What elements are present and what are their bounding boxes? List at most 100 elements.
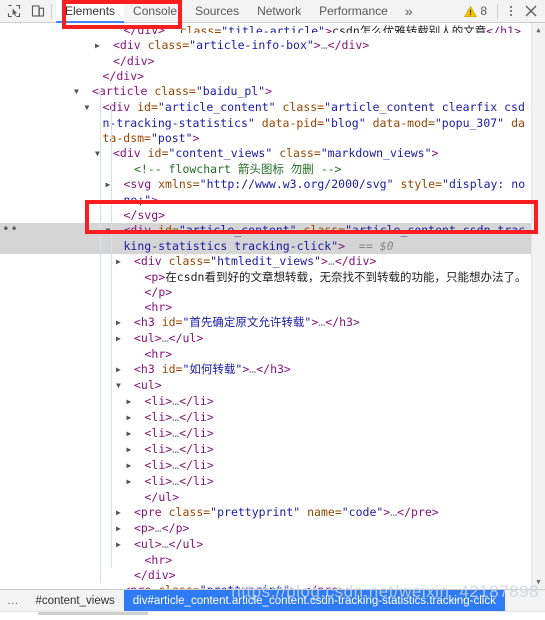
dom-node-row[interactable]: <div class="article-info-box">…</div>	[0, 38, 545, 54]
code-token-pk: </ul>	[168, 537, 204, 551]
code-token-pk: <li>	[144, 474, 173, 488]
triangle-right-icon[interactable]	[136, 442, 145, 457]
triangle-right-icon[interactable]	[125, 505, 134, 520]
more-vertical-icon[interactable]	[503, 2, 519, 20]
dom-node-row[interactable]: <li>…</li>	[0, 442, 545, 458]
dom-node-row[interactable]: </p>	[0, 285, 545, 300]
dom-node-row[interactable]: <hr>	[0, 553, 545, 568]
code-token-pk: </div>	[334, 254, 377, 268]
code-token-av: "post"	[150, 131, 193, 145]
dom-node-row[interactable]: <!-- flowchart 箭头图标 勿删 -->	[0, 162, 545, 177]
code-token-at: id=	[147, 146, 169, 160]
dom-node-row[interactable]: <ul>	[0, 378, 545, 394]
breadcrumb: … #content_views div#article_content.art…	[0, 589, 545, 612]
triangle-right-icon[interactable]	[104, 38, 113, 53]
code-token-at: class=	[282, 100, 325, 114]
code-token-pk: </li>	[179, 442, 214, 456]
code-token-pk: >	[320, 254, 328, 268]
dom-node-row[interactable]: <hr>	[0, 347, 545, 362]
dom-node-row[interactable]: <li>…</li>	[0, 458, 545, 474]
device-toolbar-icon[interactable]	[29, 2, 47, 20]
code-token-at: data-mod=	[372, 116, 435, 130]
triangle-right-icon[interactable]	[115, 177, 124, 192]
triangle-right-icon[interactable]	[136, 458, 145, 473]
triangle-right-icon[interactable]	[125, 521, 134, 536]
code-token-pk: >	[313, 38, 321, 52]
code-token-pk: </h3>	[256, 362, 291, 376]
dom-node-row[interactable]: </svg>	[0, 208, 545, 223]
triangle-right-icon[interactable]	[125, 254, 134, 269]
code-token-el: …	[154, 521, 162, 535]
triangle-right-icon[interactable]	[125, 331, 134, 346]
code-token-av: "article-info-box"	[189, 38, 314, 52]
tab-elements[interactable]: Elements	[56, 0, 125, 23]
more-tabs-button[interactable]: »	[397, 0, 421, 23]
dom-node-row[interactable]: </ul>	[0, 490, 545, 505]
code-token-av: "htmledit_views"	[210, 254, 321, 268]
scroll-down-arrow[interactable]: ▼	[532, 575, 545, 589]
tab-console[interactable]: Console	[124, 0, 186, 23]
code-token-av: "baidu_pl"	[195, 84, 266, 98]
dom-node-row[interactable]: <h3 id="首先确定原文允许转载">…</h3>	[0, 315, 545, 331]
triangle-down-icon[interactable]	[94, 100, 103, 115]
dom-node-row[interactable]: <p>在csdn看到好的文章想转载，无奈找不到转载的功能，只能想办法了。	[0, 270, 545, 285]
code-token-pk: <div	[113, 146, 148, 160]
triangle-down-icon[interactable]	[125, 378, 134, 393]
code-token-pk: <li>	[144, 410, 173, 424]
triangle-down-icon[interactable]	[115, 223, 124, 238]
triangle-right-icon[interactable]	[136, 394, 145, 409]
code-token-el: …	[161, 537, 169, 551]
code-token-el: …	[327, 254, 335, 268]
dom-node-row[interactable]: <ul>…</ul>	[0, 331, 545, 347]
triangle-right-icon[interactable]	[125, 315, 134, 330]
dom-node-row[interactable]: <div id="content_views" class="markdown_…	[0, 146, 545, 162]
code-token-av: "prettyprint"	[210, 505, 301, 519]
code-token-pk: </li>	[179, 458, 214, 472]
tab-sources[interactable]: Sources	[186, 0, 248, 23]
dom-node-row[interactable]: <pre class="prettyprint" name="code">…</…	[0, 505, 545, 521]
dom-tree[interactable]: </div><div class="article-info-box">…</d…	[0, 23, 545, 589]
breadcrumb-overflow[interactable]: …	[0, 590, 27, 612]
code-token-pk: <ul>	[134, 331, 162, 345]
tab-performance[interactable]: Performance	[310, 0, 397, 23]
dom-node-row[interactable]: <div id="article_content" class="article…	[0, 100, 545, 146]
triangle-right-icon[interactable]	[125, 362, 134, 377]
node-gutter-menu[interactable]: •••	[0, 223, 19, 238]
triangle-down-icon[interactable]	[83, 84, 92, 99]
dom-node-row[interactable]: <hr>	[0, 300, 545, 315]
triangle-right-icon[interactable]	[136, 426, 145, 441]
inspect-element-icon[interactable]	[5, 2, 23, 20]
dom-tree-scrollbar[interactable]: ▲ ▼	[531, 23, 545, 589]
dom-node-row[interactable]: <li>…</li>	[0, 394, 545, 410]
code-token-at: id=	[161, 315, 183, 329]
breadcrumb-item-content-views[interactable]: #content_views	[27, 590, 124, 612]
indent-guide-0	[100, 88, 101, 583]
code-token-pk: </ul>	[144, 490, 180, 504]
triangle-right-icon[interactable]	[136, 474, 145, 489]
dom-node-row[interactable]: <li>…</li>	[0, 410, 545, 426]
tab-network[interactable]: Network	[248, 0, 310, 23]
breadcrumb-item-article-content[interactable]: div#article_content.article_content.csdn…	[123, 589, 505, 612]
warning-indicator[interactable]: 8	[459, 4, 492, 18]
code-token-pk: </svg>	[123, 208, 166, 222]
triangle-right-icon[interactable]	[136, 410, 145, 425]
toolbar-right-group: 8	[459, 1, 545, 21]
dom-node-row[interactable]: <article class="baidu_pl">	[0, 84, 545, 100]
dom-node-row-selected[interactable]: •••<div id="article_content" class="arti…	[0, 223, 545, 254]
panel-tabs: Elements Console Sources Network Perform…	[56, 0, 421, 23]
dom-node-row[interactable]: </div>	[0, 54, 545, 69]
warning-count: 8	[480, 4, 487, 18]
dom-node-row[interactable]: <div class="htmledit_views">…</div>	[0, 254, 545, 270]
close-icon[interactable]	[521, 1, 541, 21]
dom-node-row[interactable]: </div>	[0, 568, 545, 583]
dom-node-row[interactable]: <li>…</li>	[0, 474, 545, 490]
dom-node-row[interactable]: <h3 id="如何转载">…</h3>	[0, 362, 545, 378]
code-token-tx: 在csdn看到好的文章想转载，无奈找不到转载的功能，只能想办法了。	[165, 270, 527, 284]
triangle-right-icon[interactable]	[125, 537, 134, 552]
dom-node-row[interactable]: <li>…</li>	[0, 426, 545, 442]
dom-node-row[interactable]: <svg xmlns="http://www.w3.org/2000/svg" …	[0, 177, 545, 208]
dom-node-row[interactable]: <ul>…</ul>	[0, 537, 545, 553]
dom-node-row[interactable]: <p>…</p>	[0, 521, 545, 537]
code-token-pk: <li>	[144, 394, 173, 408]
dom-node-row[interactable]: </div>	[0, 69, 545, 84]
